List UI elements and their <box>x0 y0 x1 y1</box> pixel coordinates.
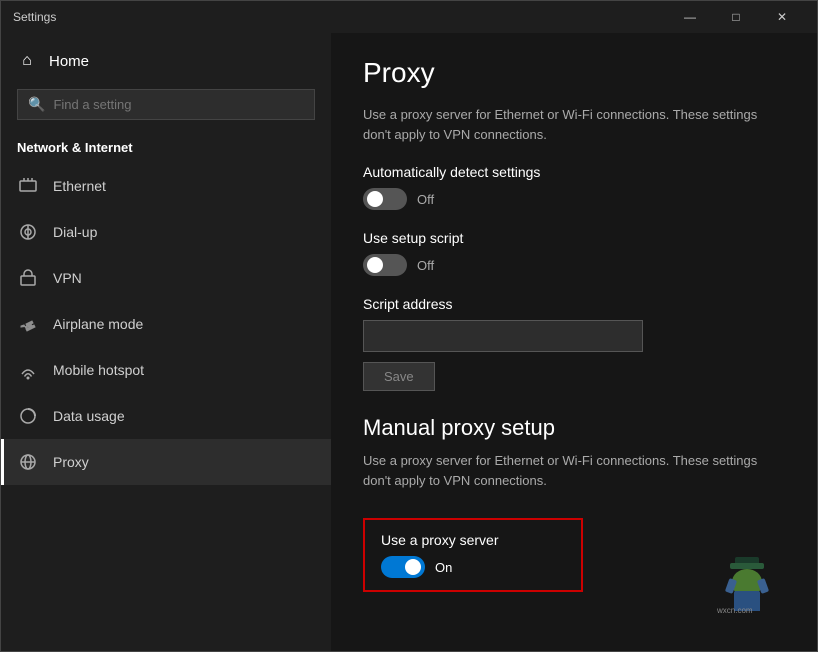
proxy-icon <box>17 451 39 473</box>
use-proxy-status: On <box>435 560 452 575</box>
auto-detect-toggle[interactable] <box>363 188 407 210</box>
sidebar-item-hotspot[interactable]: Mobile hotspot <box>1 347 331 393</box>
home-icon: ⌂ <box>17 51 37 71</box>
page-title: Proxy <box>363 57 785 89</box>
auto-detect-thumb <box>367 191 383 207</box>
auto-detect-setting: Automatically detect settings Off <box>363 164 785 210</box>
sidebar-section-title: Network & Internet <box>1 128 331 163</box>
search-input[interactable] <box>53 97 304 112</box>
script-address-setting: Script address Save <box>363 296 785 391</box>
maximize-button[interactable]: □ <box>713 1 759 33</box>
ethernet-label: Ethernet <box>53 178 106 194</box>
sidebar-item-dialup[interactable]: Dial-up <box>1 209 331 255</box>
watermark: wxcn.com <box>717 543 777 603</box>
title-bar: Settings — □ ✕ <box>1 1 817 33</box>
app-body: ⌂ Home 🔍 Network & Internet Et <box>1 33 817 651</box>
vpn-label: VPN <box>53 270 82 286</box>
auto-detect-status: Off <box>417 192 434 207</box>
setup-script-toggle[interactable] <box>363 254 407 276</box>
manual-section-title: Manual proxy setup <box>363 415 785 441</box>
setup-script-status: Off <box>417 258 434 273</box>
use-proxy-toggle[interactable] <box>381 556 425 578</box>
use-proxy-label: Use a proxy server <box>381 532 565 548</box>
home-label: Home <box>49 53 89 70</box>
minimize-button[interactable]: — <box>667 1 713 33</box>
window-controls: — □ ✕ <box>667 1 805 33</box>
sidebar-item-proxy[interactable]: Proxy <box>1 439 331 485</box>
search-icon: 🔍 <box>28 96 45 113</box>
dialup-icon <box>17 221 39 243</box>
search-box[interactable]: 🔍 <box>17 89 315 120</box>
dialup-label: Dial-up <box>53 224 97 240</box>
script-address-label: Script address <box>363 296 785 312</box>
auto-detect-toggle-row: Off <box>363 188 785 210</box>
save-button[interactable]: Save <box>363 362 435 391</box>
setup-script-toggle-row: Off <box>363 254 785 276</box>
setup-script-thumb <box>367 257 383 273</box>
main-content: Proxy Use a proxy server for Ethernet or… <box>331 33 817 651</box>
use-proxy-thumb <box>405 559 421 575</box>
watermark-text: wxcn.com <box>717 606 753 615</box>
sidebar: ⌂ Home 🔍 Network & Internet Et <box>1 33 331 651</box>
airplane-icon <box>17 313 39 335</box>
data-usage-icon <box>17 405 39 427</box>
hotspot-icon <box>17 359 39 381</box>
proxy-label: Proxy <box>53 454 89 470</box>
setup-script-setting: Use setup script Off <box>363 230 785 276</box>
sidebar-item-ethernet[interactable]: Ethernet <box>1 163 331 209</box>
hotspot-label: Mobile hotspot <box>53 362 144 378</box>
sidebar-item-datausage[interactable]: Data usage <box>1 393 331 439</box>
datausage-label: Data usage <box>53 408 125 424</box>
use-proxy-highlight-box: Use a proxy server On <box>363 518 583 592</box>
ethernet-icon <box>17 175 39 197</box>
sidebar-item-airplane[interactable]: Airplane mode <box>1 301 331 347</box>
auto-detect-description: Use a proxy server for Ethernet or Wi-Fi… <box>363 105 785 144</box>
sidebar-item-vpn[interactable]: VPN <box>1 255 331 301</box>
setup-script-label: Use setup script <box>363 230 785 246</box>
script-address-input[interactable] <box>363 320 643 352</box>
auto-detect-label: Automatically detect settings <box>363 164 785 180</box>
vpn-icon <box>17 267 39 289</box>
window-title: Settings <box>13 10 667 24</box>
sidebar-item-home[interactable]: ⌂ Home <box>1 41 331 81</box>
use-proxy-toggle-row: On <box>381 556 565 578</box>
settings-window: Settings — □ ✕ ⌂ Home 🔍 Network & Intern… <box>0 0 818 652</box>
airplane-label: Airplane mode <box>53 316 143 332</box>
manual-description: Use a proxy server for Ethernet or Wi-Fi… <box>363 451 785 490</box>
close-button[interactable]: ✕ <box>759 1 805 33</box>
